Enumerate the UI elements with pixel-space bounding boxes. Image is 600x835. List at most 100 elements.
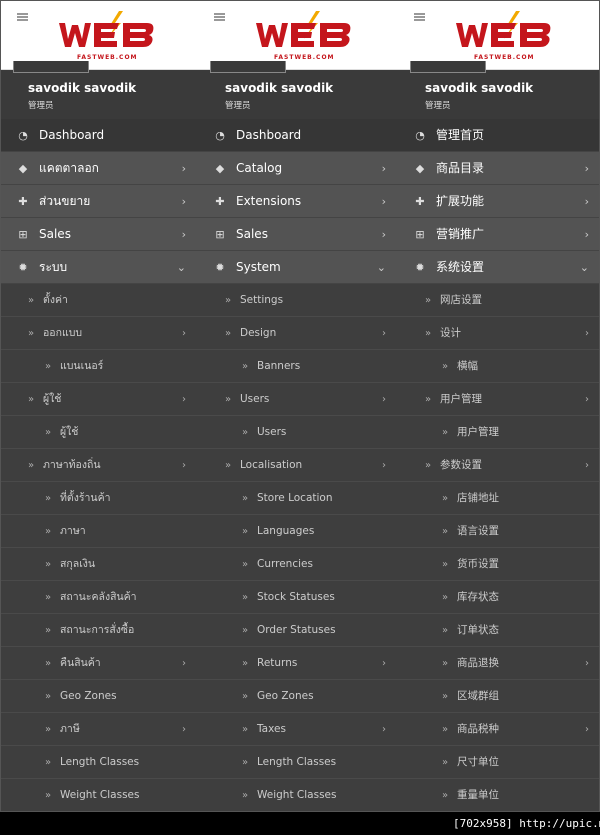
submenu-item[interactable]: » Store Location — [198, 482, 398, 515]
user-profile: savodik savodik 管理员 — [398, 70, 599, 119]
menu-item[interactable]: ◔ Dashboard — [1, 119, 198, 152]
menu-item-label: 管理首页 — [436, 128, 485, 142]
web-logo[interactable]: WEB FASTWEB.COM — [254, 9, 354, 61]
user-role: 管理员 — [28, 101, 54, 111]
submenu-item-label: 商品税种 — [457, 723, 499, 735]
menu-item[interactable]: ✹ 系统设置 ⌄ — [398, 251, 599, 284]
submenu-item[interactable]: » Geo Zones — [1, 680, 198, 713]
submenu-item-label: 订单状态 — [457, 624, 499, 636]
submenu-item[interactable]: » 货币设置 — [398, 548, 599, 581]
menu-item[interactable]: ✚ Extensions › — [198, 185, 398, 218]
submenu-item[interactable]: » Taxes › — [198, 713, 398, 746]
menu-item[interactable]: ◆ Catalog › — [198, 152, 398, 185]
submenu-item[interactable]: » 设计 › — [398, 317, 599, 350]
user-tab[interactable] — [13, 61, 89, 73]
menu-item[interactable]: ◔ Dashboard — [198, 119, 398, 152]
submenu-item[interactable]: » ผู้ใช้ › — [1, 383, 198, 416]
submenu-item[interactable]: » 商品税种 › — [398, 713, 599, 746]
menu-item[interactable]: ✚ ส่วนขยาย › — [1, 185, 198, 218]
submenu-item-label: Settings — [240, 294, 284, 306]
submenu-item[interactable]: » ภาษี › — [1, 713, 198, 746]
submenu-item[interactable]: » แบนเนอร์ — [1, 350, 198, 383]
submenu-item[interactable]: » สถานะคลังสินค้า — [1, 581, 198, 614]
submenu-item[interactable]: » Stock Statuses — [198, 581, 398, 614]
chevron-right-icon: › — [182, 394, 186, 405]
web-logo[interactable]: WEB FASTWEB.COM — [454, 9, 554, 61]
submenu-item[interactable]: » 区域群组 — [398, 680, 599, 713]
submenu-item[interactable]: » 用户管理 — [398, 416, 599, 449]
submenu-item[interactable]: » Currencies — [198, 548, 398, 581]
double-chevron-right-icon: » — [242, 757, 249, 768]
menu-item[interactable]: ◔ 管理首页 — [398, 119, 599, 152]
tag-icon: ◆ — [215, 162, 225, 175]
chevron-right-icon: › — [382, 328, 386, 339]
menu-item[interactable]: ✹ ระบบ ⌄ — [1, 251, 198, 284]
menu-item[interactable]: ◆ 商品目录 › — [398, 152, 599, 185]
submenu-item[interactable]: » คืนสินค้า › — [1, 647, 198, 680]
submenu-item[interactable]: » Weight Classes — [198, 779, 398, 811]
user-tab[interactable] — [410, 61, 486, 73]
submenu-item[interactable]: » 网店设置 — [398, 284, 599, 317]
user-name[interactable]: savodik savodik — [425, 82, 599, 95]
user-name[interactable]: savodik savodik — [225, 82, 398, 95]
submenu-item[interactable]: » 店铺地址 — [398, 482, 599, 515]
menu-item[interactable]: ◆ แคตตาลอก › — [1, 152, 198, 185]
submenu-item[interactable]: » Returns › — [198, 647, 398, 680]
submenu-item[interactable]: » Length Classes — [198, 746, 398, 779]
double-chevron-right-icon: » — [242, 790, 249, 801]
submenu-item-label: Users — [240, 393, 270, 405]
double-chevron-right-icon: » — [242, 493, 249, 504]
submenu-item[interactable]: » 库存状态 — [398, 581, 599, 614]
submenu-item[interactable]: » Languages — [198, 515, 398, 548]
submenu-item[interactable]: » Length Classes — [1, 746, 198, 779]
double-chevron-right-icon: » — [28, 460, 35, 471]
submenu-item[interactable]: » Localisation › — [198, 449, 398, 482]
submenu-item[interactable]: » Banners — [198, 350, 398, 383]
submenu-item[interactable]: » ผู้ใช้ — [1, 416, 198, 449]
menu-item[interactable]: ✹ System ⌄ — [198, 251, 398, 284]
dashboard-icon: ◔ — [18, 129, 28, 142]
menu-item-label: ระบบ — [39, 260, 68, 274]
submenu-item[interactable]: » Geo Zones — [198, 680, 398, 713]
submenu-item[interactable]: » Settings — [198, 284, 398, 317]
submenu-item[interactable]: » สกุลเงิน — [1, 548, 198, 581]
submenu-item[interactable]: » 订单状态 — [398, 614, 599, 647]
submenu-item[interactable]: » ออกแบบ › — [1, 317, 198, 350]
submenu-item[interactable]: » Users — [198, 416, 398, 449]
user-tab[interactable] — [210, 61, 286, 73]
submenu-item[interactable]: » ตั้งค่า — [1, 284, 198, 317]
submenu-item[interactable]: » สถานะการสั่งซื้อ — [1, 614, 198, 647]
submenu-item[interactable]: » ภาษา — [1, 515, 198, 548]
submenu-item[interactable]: » 横幅 — [398, 350, 599, 383]
menu-toggle-icon[interactable] — [214, 13, 225, 22]
submenu-item[interactable]: » Order Statuses — [198, 614, 398, 647]
submenu-item[interactable]: » 重量单位 — [398, 779, 599, 811]
menu-item[interactable]: ⊞ 营销推广 › — [398, 218, 599, 251]
submenu-item[interactable]: » ภาษาท้องถิ่น › — [1, 449, 198, 482]
submenu-item[interactable]: » Weight Classes — [1, 779, 198, 811]
menu-item[interactable]: ⊞ Sales › — [1, 218, 198, 251]
double-chevron-right-icon: » — [28, 394, 35, 405]
chevron-right-icon: › — [182, 658, 186, 669]
submenu-item-label: Stock Statuses — [257, 591, 335, 603]
web-logo[interactable]: WEB FASTWEB.COM — [57, 9, 157, 61]
menu-toggle-icon[interactable] — [414, 13, 425, 22]
submenu-item[interactable]: » 商品退换 › — [398, 647, 599, 680]
double-chevron-right-icon: » — [242, 361, 249, 372]
menu-item-label: 商品目录 — [436, 161, 485, 175]
submenu-item[interactable]: » 尺寸单位 — [398, 746, 599, 779]
menu-item[interactable]: ⊞ Sales › — [198, 218, 398, 251]
submenu-item[interactable]: » 用户管理 › — [398, 383, 599, 416]
submenu-item[interactable]: » 参数设置 › — [398, 449, 599, 482]
submenu-item-label: ผู้ใช้ — [43, 393, 62, 405]
menu-toggle-icon[interactable] — [17, 13, 28, 22]
menu-item[interactable]: ✚ 扩展功能 › — [398, 185, 599, 218]
submenu-item[interactable]: » 语言设置 — [398, 515, 599, 548]
submenu-item[interactable]: » ที่ตั้งร้านค้า — [1, 482, 198, 515]
submenu-item-label: Order Statuses — [257, 624, 336, 636]
submenu-item[interactable]: » Design › — [198, 317, 398, 350]
submenu-item[interactable]: » Users › — [198, 383, 398, 416]
image-host-watermark: [702x958] http://upic.me/ — [453, 817, 600, 830]
submenu-item-label: 用户管理 — [440, 393, 482, 405]
user-name[interactable]: savodik savodik — [28, 82, 198, 95]
